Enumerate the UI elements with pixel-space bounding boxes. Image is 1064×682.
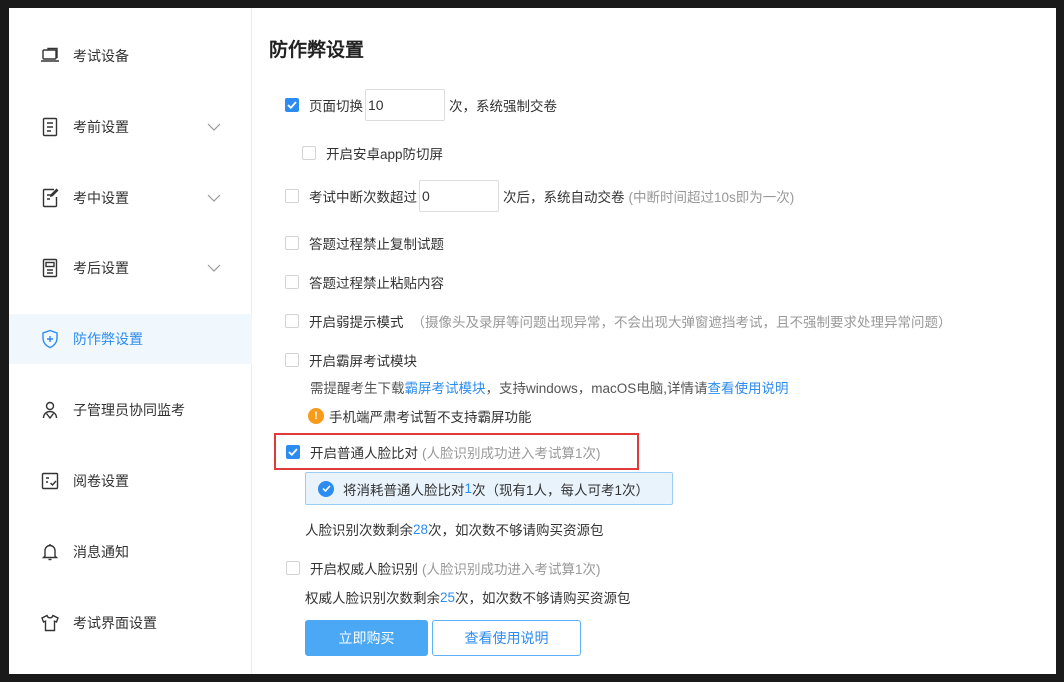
face-compare-remain-suffix: 次，如次数不够请购买资源包 [428, 523, 604, 538]
sidebar-item-notifications[interactable]: 消息通知 [9, 527, 252, 577]
weak-hint-label: 开启弱提示模式 [309, 315, 404, 330]
no-copy-row: 答题过程禁止复制试题 [285, 233, 444, 253]
interrupt-suffix: 次后，系统自动交卷 [503, 190, 625, 205]
face-compare-hint: (人脸识别成功进入考试算1次) [422, 446, 601, 461]
sidebar-item-sub-admin[interactable]: 子管理员协同监考 [9, 385, 252, 435]
face-compare-info-suffix: 次（现有1人，每人可考1次） [472, 482, 650, 498]
no-copy-checkbox[interactable] [285, 236, 299, 250]
face-compare-info-count: 1 [464, 481, 473, 496]
face-compare-remain: 人脸识别次数剩余 28 次，如次数不够请购买资源包 [305, 519, 604, 539]
android-antiswitch-label: 开启安卓app防切屏 [326, 147, 444, 162]
page-switch-suffix: 次，系统强制交卷 [449, 99, 557, 114]
sidebar-item-label: 考后设置 [73, 260, 129, 276]
sidebar-item-label: 考前设置 [73, 119, 129, 135]
lockdown-warning: ! 手机端严肃考试暂不支持霸屏功能 [308, 406, 532, 426]
bell-icon [39, 541, 61, 563]
weak-hint-checkbox[interactable] [285, 314, 299, 328]
authority-face-hint: (人脸识别成功进入考试算1次) [422, 562, 601, 577]
authority-face-remain-suffix: 次，如次数不够请购买资源包 [455, 591, 631, 606]
no-copy-label: 答题过程禁止复制试题 [309, 237, 444, 252]
lockdown-download-link[interactable]: 霸屏考试模块 [405, 377, 486, 397]
lockdown-desc: 需提醒考生下载 霸屏考试模块 ，支持windows，macOS电脑,详情请 查看… [310, 377, 789, 397]
face-compare-info-prefix: 将消耗普通人脸比对 [343, 482, 465, 498]
lockdown-checkbox[interactable] [285, 353, 299, 367]
page-switch-row: 页面切换 次，系统强制交卷 [285, 89, 557, 121]
interrupt-label: 考试中断次数超过 [309, 190, 417, 205]
face-compare-remain-prefix: 人脸识别次数剩余 [305, 523, 413, 538]
sidebar-item-pre-exam[interactable]: 考前设置 [9, 102, 252, 152]
interrupt-input[interactable] [419, 180, 499, 212]
authority-face-checkbox[interactable] [286, 561, 300, 575]
sidebar-item-label: 考中设置 [73, 190, 129, 206]
sidebar-item-label: 考试设备 [73, 48, 129, 64]
weak-hint-hint: （摄像头及录屏等问题出现异常，不会出现大弹窗遮挡考试，且不强制要求处理异常问题） [411, 315, 952, 330]
buy-now-button[interactable]: 立即购买 [305, 620, 428, 656]
interrupt-checkbox[interactable] [285, 189, 299, 203]
app-window: 考试设备 考前设置 考中设置 考后设置 防作弊设置 子管理员协同监考 阅卷设置 … [9, 8, 1056, 674]
no-paste-checkbox[interactable] [285, 275, 299, 289]
face-compare-row: 开启普通人脸比对 (人脸识别成功进入考试算1次) [286, 442, 601, 462]
lockdown-desc-mid: ，支持windows，macOS电脑,详情请 [485, 381, 708, 396]
chevron-down-icon[interactable] [206, 119, 222, 135]
sidebar-item-in-exam[interactable]: 考中设置 [9, 173, 252, 223]
sidebar-item-grading[interactable]: 阅卷设置 [9, 456, 252, 506]
face-compare-checkbox[interactable] [286, 445, 300, 459]
authority-face-remain: 权威人脸识别次数剩余 25 次，如次数不够请购买资源包 [305, 587, 631, 607]
android-antiswitch-checkbox[interactable] [302, 146, 316, 160]
interrupt-row: 考试中断次数超过 次后，系统自动交卷 (中断时间超过10s即为一次) [285, 180, 794, 212]
page-switch-input[interactable] [365, 89, 445, 121]
chevron-down-icon[interactable] [206, 190, 222, 206]
face-compare-label: 开启普通人脸比对 [310, 446, 418, 461]
sidebar-item-exam-device[interactable]: 考试设备 [9, 31, 252, 81]
tshirt-icon [39, 612, 61, 634]
no-paste-label: 答题过程禁止粘贴内容 [309, 276, 444, 291]
authority-face-remain-count: 25 [440, 589, 456, 605]
document-icon [39, 116, 61, 138]
grading-icon [39, 470, 61, 492]
laptop-icon [39, 45, 61, 67]
lockdown-label: 开启霸屏考试模块 [309, 354, 417, 369]
lockdown-row: 开启霸屏考试模块 [285, 350, 417, 370]
score-document-icon [39, 257, 61, 279]
sidebar-item-anti-cheat[interactable]: 防作弊设置 [9, 314, 252, 364]
sidebar-item-label: 消息通知 [73, 544, 129, 560]
sidebar-item-label: 防作弊设置 [73, 331, 143, 347]
sidebar-item-label: 考试界面设置 [73, 615, 157, 631]
check-circle-icon [318, 480, 334, 497]
view-guide-button[interactable]: 查看使用说明 [432, 620, 581, 656]
page-title: 防作弊设置 [269, 40, 365, 61]
lockdown-guide-link[interactable]: 查看使用说明 [708, 377, 789, 397]
weak-hint-row: 开启弱提示模式 （摄像头及录屏等问题出现异常，不会出现大弹窗遮挡考试，且不强制要… [285, 311, 952, 331]
shield-icon [39, 328, 61, 350]
sidebar-item-exam-ui[interactable]: 考试界面设置 [9, 598, 252, 648]
users-icon [39, 399, 61, 421]
page-switch-checkbox[interactable] [285, 98, 299, 112]
warning-icon: ! [308, 408, 324, 424]
sidebar: 考试设备 考前设置 考中设置 考后设置 防作弊设置 子管理员协同监考 阅卷设置 … [9, 8, 252, 674]
lockdown-desc-prefix: 需提醒考生下载 [310, 381, 405, 396]
page-switch-label: 页面切换 [309, 99, 363, 114]
chevron-down-icon[interactable] [206, 260, 222, 276]
sidebar-item-label: 子管理员协同监考 [73, 402, 185, 418]
face-compare-remain-count: 28 [413, 521, 429, 537]
android-antiswitch-row: 开启安卓app防切屏 [302, 143, 443, 163]
authority-face-label: 开启权威人脸识别 [310, 562, 418, 577]
no-paste-row: 答题过程禁止粘贴内容 [285, 272, 444, 292]
face-compare-info: 将消耗普通人脸比对 1 次（现有1人，每人可考1次） [305, 472, 673, 505]
lockdown-warning-text: 手机端严肃考试暂不支持霸屏功能 [329, 410, 532, 425]
authority-face-remain-prefix: 权威人脸识别次数剩余 [305, 591, 440, 606]
main-content: 防作弊设置 页面切换 次，系统强制交卷 开启安卓app防切屏 考试中断次数超过 … [253, 8, 1056, 674]
authority-face-row: 开启权威人脸识别 (人脸识别成功进入考试算1次) [286, 558, 601, 578]
sidebar-item-label: 阅卷设置 [73, 473, 129, 489]
edit-document-icon [39, 187, 61, 209]
interrupt-hint: (中断时间超过10s即为一次) [628, 190, 795, 205]
sidebar-item-post-exam[interactable]: 考后设置 [9, 243, 252, 293]
